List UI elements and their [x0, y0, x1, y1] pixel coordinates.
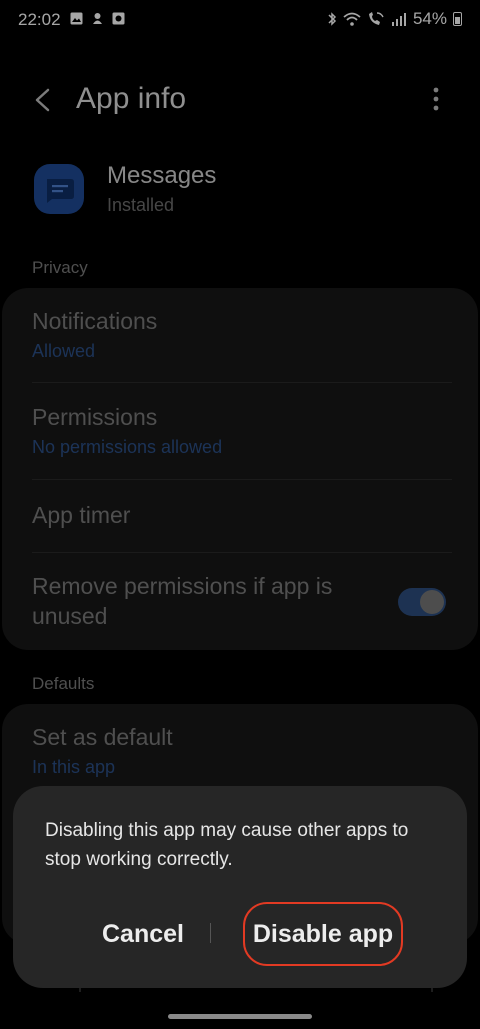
cancel-button[interactable]: Cancel: [73, 914, 213, 954]
navigation-handle[interactable]: [168, 1014, 312, 1019]
disable-app-button[interactable]: Disable app: [243, 902, 403, 966]
button-separator: [210, 923, 211, 943]
disable-app-dialog: Disabling this app may cause other apps …: [13, 786, 467, 988]
dialog-message: Disabling this app may cause other apps …: [45, 820, 409, 870]
